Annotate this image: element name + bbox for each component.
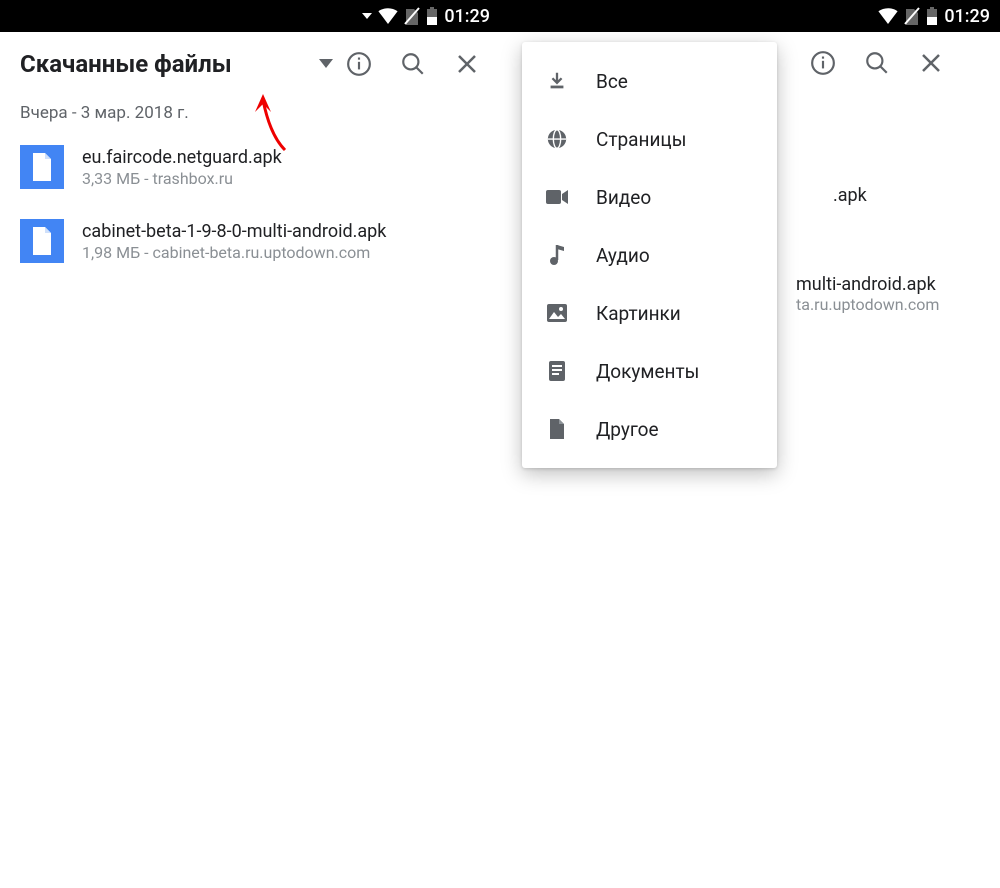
file-list: eu.faircode.netguard.apk 3,33 МБ - trash… (0, 133, 500, 281)
file-name: eu.faircode.netguard.apk (82, 146, 282, 169)
menu-label: Другое (596, 418, 659, 441)
menu-item-all[interactable]: Все (522, 52, 777, 110)
search-button[interactable] (864, 50, 890, 76)
status-icons: 01:29 (362, 6, 490, 27)
menu-label: Аудио (596, 244, 650, 267)
caret-down-icon (362, 11, 372, 21)
phone-left: 01:29 Скачанные файлы Вчера - 3 мар. 201… (0, 0, 500, 888)
menu-label: Видео (596, 186, 651, 209)
app-bar: Скачанные файлы (0, 32, 500, 87)
wifi-icon (378, 8, 398, 24)
status-time: 01:29 (444, 6, 490, 27)
menu-label: Страницы (596, 128, 686, 151)
battery-icon (926, 7, 938, 25)
close-icon (455, 52, 479, 76)
file-icon (20, 145, 64, 189)
menu-label: Картинки (596, 302, 681, 325)
info-icon (346, 51, 372, 77)
menu-item-documents[interactable]: Документы (522, 342, 777, 400)
info-icon (810, 50, 836, 76)
close-button[interactable] (454, 51, 480, 77)
file-icon (20, 219, 64, 263)
file-meta: 1,98 МБ - cabinet-beta.ru.uptodown.com (82, 243, 386, 262)
triangle-down-icon (319, 59, 333, 69)
menu-item-pages[interactable]: Страницы (522, 110, 777, 168)
search-icon (864, 50, 890, 76)
close-button[interactable] (918, 50, 944, 76)
file-row-fragment: .apk (833, 185, 867, 206)
search-icon (400, 51, 426, 77)
file-row[interactable]: eu.faircode.netguard.apk 3,33 МБ - trash… (20, 133, 480, 207)
menu-item-audio[interactable]: Аудио (522, 226, 777, 284)
other-icon (544, 416, 570, 442)
phone-right: 01:29 .apk multi-android.apk ta.ru.uptod… (500, 0, 1000, 888)
filter-dropdown-menu: Все Страницы Видео Аудио Картинки (522, 42, 777, 468)
wifi-icon (878, 8, 898, 24)
menu-label: Документы (596, 360, 699, 383)
file-row-fragment: multi-android.apk ta.ru.uptodown.com (796, 274, 939, 314)
status-bar: 01:29 (500, 0, 1000, 32)
menu-item-other[interactable]: Другое (522, 400, 777, 458)
status-time: 01:29 (944, 6, 990, 27)
file-meta: 3,33 МБ - trashbox.ru (82, 169, 282, 188)
info-button[interactable] (810, 50, 836, 76)
audio-icon (544, 242, 570, 268)
close-icon (919, 51, 943, 75)
no-sim-icon (404, 7, 420, 25)
file-name: cabinet-beta-1-9-8-0-multi-android.apk (82, 220, 386, 243)
info-button[interactable] (346, 51, 372, 77)
docs-icon (544, 358, 570, 384)
video-icon (544, 184, 570, 210)
images-icon (544, 300, 570, 326)
status-icons: 01:29 (878, 6, 990, 27)
file-row[interactable]: cabinet-beta-1-9-8-0-multi-android.apk 1… (20, 207, 480, 281)
battery-icon (426, 7, 438, 25)
menu-item-images[interactable]: Картинки (522, 284, 777, 342)
filter-dropdown-trigger[interactable] (316, 54, 336, 74)
menu-label: Все (596, 70, 628, 93)
globe-icon (544, 126, 570, 152)
status-bar: 01:29 (0, 0, 500, 32)
menu-item-video[interactable]: Видео (522, 168, 777, 226)
download-icon (544, 68, 570, 94)
date-heading: Вчера - 3 мар. 2018 г. (0, 87, 500, 133)
search-button[interactable] (400, 51, 426, 77)
page-title: Скачанные файлы (20, 50, 316, 79)
no-sim-icon (904, 7, 920, 25)
